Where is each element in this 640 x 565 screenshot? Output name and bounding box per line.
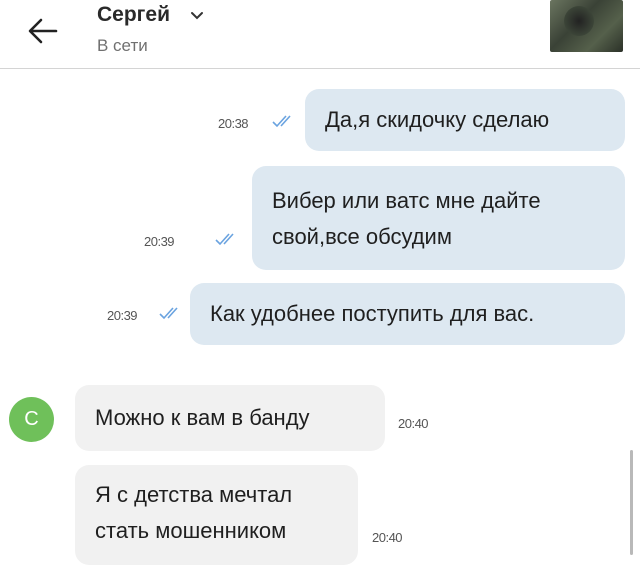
message-text: Я с детства мечтал xyxy=(95,482,293,507)
chat-header: Сергей В сети xyxy=(0,0,640,69)
double-check-icon xyxy=(215,233,234,246)
double-check-icon xyxy=(272,115,291,128)
double-check-icon xyxy=(159,307,178,320)
message-time: 20:40 xyxy=(398,416,429,431)
message-bubble-outgoing[interactable]: Вибер или ватс мне дайте свой,все обсуди… xyxy=(252,166,625,270)
contact-name[interactable]: Сергей xyxy=(97,3,170,27)
message-text: Да,я скидочку сделаю xyxy=(325,107,550,132)
sender-avatar[interactable]: С xyxy=(9,397,54,442)
message-time: 20:40 xyxy=(372,530,403,545)
message-bubble-incoming[interactable]: Можно к вам в банду xyxy=(75,385,385,451)
message-time: 20:39 xyxy=(107,308,138,323)
message-text: стать мошенником xyxy=(95,518,287,543)
message-bubble-outgoing[interactable]: Как удобнее поступить для вас. xyxy=(190,283,625,345)
message-time: 20:38 xyxy=(218,116,249,131)
message-time: 20:39 xyxy=(144,234,175,249)
scrollbar[interactable] xyxy=(630,450,633,555)
message-text: Вибер или ватс мне дайте xyxy=(272,188,541,213)
message-text: Можно к вам в банду xyxy=(95,405,310,430)
message-text: свой,все обсудим xyxy=(272,224,452,249)
contact-photo[interactable] xyxy=(550,0,623,52)
message-bubble-outgoing[interactable]: Да,я скидочку сделаю xyxy=(305,89,625,151)
chevron-down-icon[interactable] xyxy=(190,10,204,22)
back-arrow-icon[interactable] xyxy=(26,14,60,48)
message-text: Как удобнее поступить для вас. xyxy=(210,301,535,326)
message-bubble-incoming[interactable]: Я с детства мечтал стать мошенником xyxy=(75,465,358,565)
contact-status: В сети xyxy=(97,36,148,55)
